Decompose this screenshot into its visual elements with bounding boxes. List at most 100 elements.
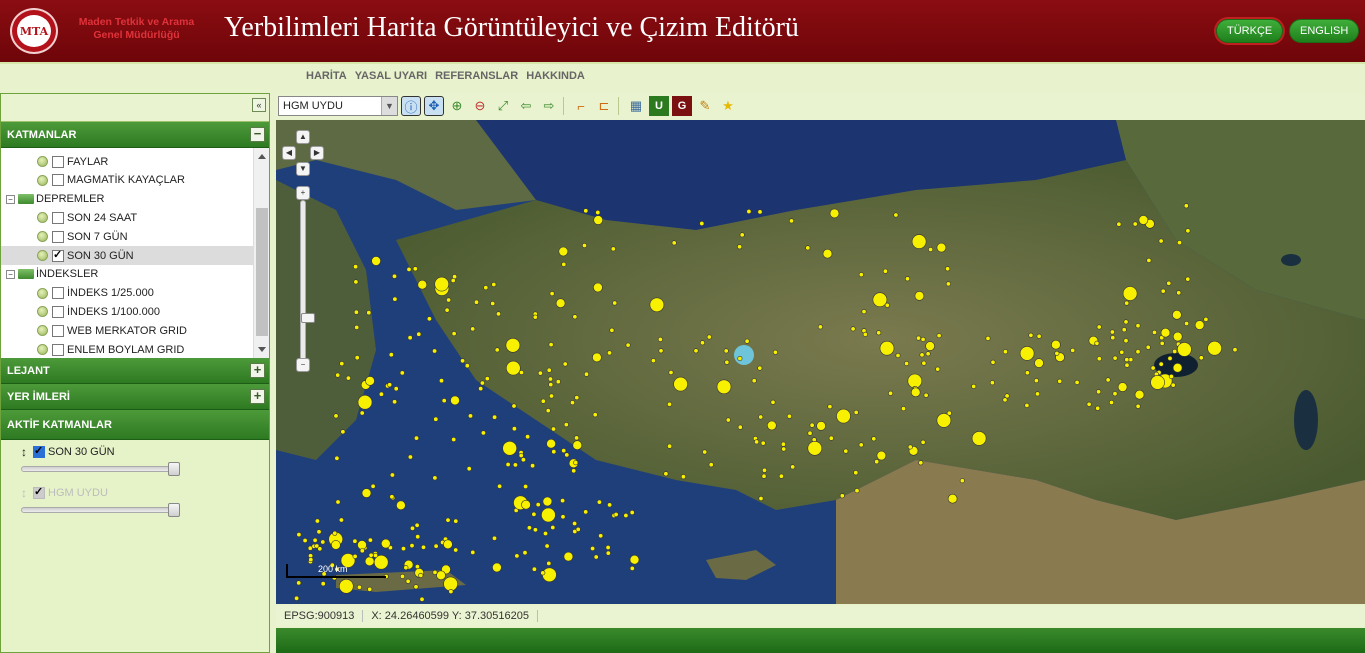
earthquake-marker[interactable] [990,359,996,365]
zoom-in-icon[interactable]: ⊕ [447,96,467,116]
earthquake-marker[interactable] [1051,339,1061,350]
earthquake-marker[interactable] [354,355,360,361]
earthquake-marker[interactable] [945,266,951,272]
earthquake-marker[interactable] [1036,333,1042,339]
earthquake-marker[interactable] [421,544,427,550]
english-language-button[interactable]: ENGLISH [1289,19,1360,43]
earthquake-marker[interactable] [1094,340,1100,346]
earthquake-marker[interactable] [879,340,895,356]
earthquake-marker[interactable] [1034,391,1040,397]
measure-line-icon[interactable]: ⌐ [571,96,591,116]
earthquake-marker[interactable] [406,266,412,272]
earthquake-marker[interactable] [412,266,418,272]
zoom-slider-knob[interactable] [301,313,315,323]
earthquake-marker[interactable] [593,282,603,293]
earthquake-marker[interactable] [936,333,942,339]
layer-row[interactable]: SON 7 GÜN [1,227,253,246]
earthquake-marker[interactable] [971,431,987,446]
earthquake-marker[interactable] [549,291,555,297]
earthquake-marker[interactable] [758,414,764,420]
pan-up-icon[interactable]: ▲ [296,130,310,144]
earthquake-marker[interactable] [314,518,320,524]
earthquake-marker[interactable] [443,539,453,550]
earthquake-marker[interactable] [658,348,664,354]
earthquake-marker[interactable] [560,514,566,520]
earthquake-marker[interactable] [1167,355,1173,361]
earthquake-marker[interactable] [751,378,757,384]
earthquake-marker[interactable] [511,403,517,409]
earthquake-marker[interactable] [338,517,344,523]
earthquake-marker[interactable] [441,398,447,404]
earthquake-marker[interactable] [724,359,730,365]
earthquake-marker[interactable] [817,324,823,330]
earthquake-marker[interactable] [1176,290,1182,296]
earthquake-marker[interactable] [1159,340,1165,346]
earthquake-marker[interactable] [575,526,581,532]
layers-section-header[interactable]: KATMANLAR − [1,122,269,148]
earthquake-marker[interactable] [505,461,511,467]
earthquake-marker[interactable] [573,460,579,466]
earthquake-marker[interactable] [884,302,890,308]
earthquake-marker[interactable] [483,285,489,291]
earthquake-marker[interactable] [872,292,888,307]
earthquake-marker[interactable] [419,596,425,602]
layer-row[interactable]: İNDEKS 1/100.000 [1,302,253,321]
earthquake-marker[interactable] [555,298,566,308]
layer-group-row[interactable]: − DEPREMLER [1,190,253,209]
layer-checkbox[interactable] [52,174,64,187]
earthquake-marker[interactable] [1177,342,1192,357]
layer-tree-scrollbar[interactable] [253,148,269,358]
earthquake-marker[interactable] [312,537,318,543]
earthquake-marker[interactable] [1116,221,1122,227]
earthquake-marker[interactable] [876,450,887,461]
earthquake-marker[interactable] [1183,203,1189,209]
earthquake-marker[interactable] [426,316,432,322]
earthquake-marker[interactable] [470,549,476,555]
earthquake-marker[interactable] [593,215,604,225]
earthquake-marker[interactable] [910,387,921,398]
earthquake-marker[interactable] [862,331,868,337]
earthquake-marker[interactable] [450,278,456,284]
earthquake-marker[interactable] [904,276,910,282]
zoom-in-button[interactable]: + [296,186,310,200]
earthquake-marker[interactable] [302,537,308,543]
earthquake-marker[interactable] [650,358,656,364]
earthquake-marker[interactable] [562,361,568,367]
earthquake-marker[interactable] [521,499,531,510]
measure-area-icon[interactable]: ⊏ [594,96,614,116]
earthquake-marker[interactable] [623,512,629,518]
earthquake-marker[interactable] [563,551,574,562]
earthquake-marker[interactable] [843,448,849,454]
earthquake-marker[interactable] [371,256,381,266]
earthquake-marker[interactable] [595,210,601,216]
earthquake-marker[interactable] [699,221,705,227]
earthquake-marker[interactable] [405,578,411,584]
earthquake-marker[interactable] [1203,316,1209,322]
earthquake-marker[interactable] [882,268,888,274]
earthquake-marker[interactable] [605,550,611,556]
earthquake-marker[interactable] [496,311,502,317]
earthquake-marker[interactable] [1176,240,1182,246]
info-icon[interactable]: ⓘ [401,96,421,116]
earthquake-marker[interactable] [480,430,486,436]
reorder-icon[interactable]: ↕ [21,486,27,500]
earthquake-marker[interactable] [392,296,398,302]
earthquake-marker[interactable] [1119,349,1125,355]
earthquake-marker[interactable] [389,494,395,500]
earthquake-marker[interactable] [334,455,340,461]
earthquake-marker[interactable] [352,553,358,559]
earthquake-marker[interactable] [706,334,712,340]
earthquake-marker[interactable] [827,404,833,410]
earthquake-marker[interactable] [520,457,526,463]
earthquake-marker[interactable] [1158,361,1164,367]
earthquake-marker[interactable] [861,309,867,315]
earthquake-marker[interactable] [444,307,450,313]
layer-checkbox[interactable] [52,230,64,243]
earthquake-marker[interactable] [548,393,554,399]
earthquake-marker[interactable] [919,352,925,358]
earthquake-marker[interactable] [387,382,393,388]
earthquake-marker[interactable] [373,552,379,558]
edit-icon[interactable]: ✎ [695,96,715,116]
earthquake-marker[interactable] [829,208,840,219]
earthquake-marker[interactable] [418,572,424,578]
